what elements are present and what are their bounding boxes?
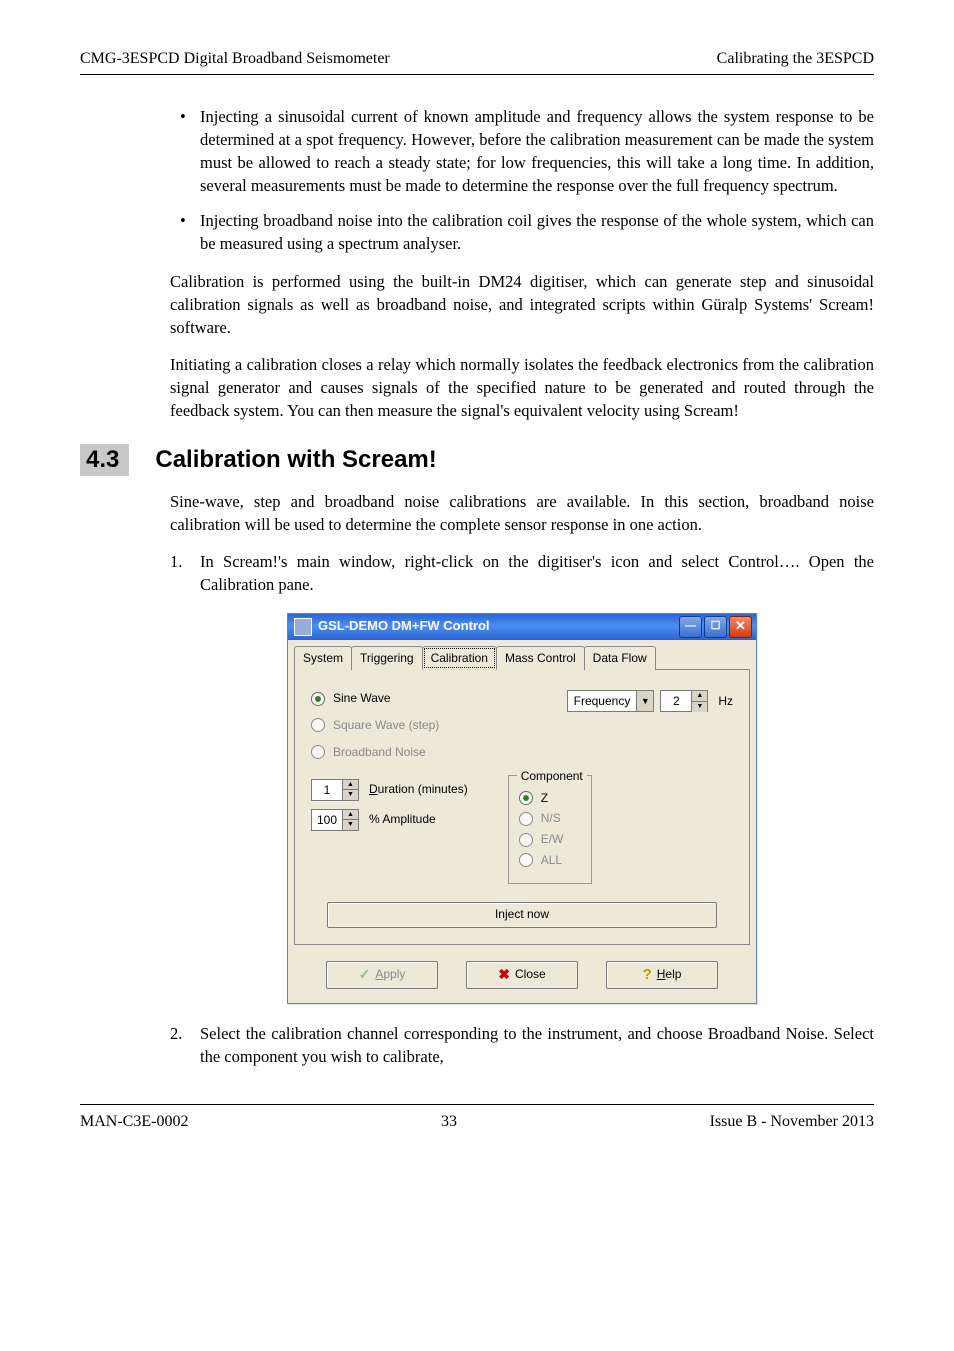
paragraph: Initiating a calibration closes a relay … bbox=[170, 353, 874, 422]
app-icon bbox=[294, 618, 312, 636]
chevron-down-icon[interactable]: ▼ bbox=[636, 691, 653, 711]
radio-component-all[interactable] bbox=[519, 853, 533, 867]
help-label: Help bbox=[657, 966, 682, 983]
section-title: Calibration with Scream! bbox=[155, 446, 436, 474]
tab-mass-control[interactable]: Mass Control bbox=[496, 646, 585, 671]
bullet-item: Injecting broadband noise into the calib… bbox=[170, 209, 874, 255]
amplitude-label: % Amplitude bbox=[369, 811, 436, 828]
step-item: 2. Select the calibration channel corres… bbox=[170, 1022, 874, 1068]
titlebar: GSL-DEMO DM+FW Control — ☐ ✕ bbox=[288, 614, 756, 640]
square-wave-label: Square Wave (step) bbox=[333, 717, 439, 734]
amplitude-input[interactable]: 100 ▲ ▼ bbox=[311, 809, 359, 831]
duration-spin-down[interactable]: ▼ bbox=[343, 790, 358, 800]
window-title: GSL-DEMO DM+FW Control bbox=[318, 617, 679, 635]
step-text: In Scream!'s main window, right-click on… bbox=[200, 552, 874, 594]
component-z-label: Z bbox=[541, 790, 548, 807]
frequency-spin-up[interactable]: ▲ bbox=[692, 691, 707, 702]
sine-wave-label: Sine Wave bbox=[333, 690, 391, 707]
duration-input[interactable]: 1 ▲ ▼ bbox=[311, 779, 359, 801]
radio-broadband-noise[interactable] bbox=[311, 745, 325, 759]
bullet-list: Injecting a sinusoidal current of known … bbox=[170, 105, 874, 256]
duration-label: Duration (minutes) bbox=[369, 781, 468, 798]
radio-component-ew[interactable] bbox=[519, 833, 533, 847]
amplitude-spin-down[interactable]: ▼ bbox=[343, 820, 358, 830]
x-icon: ✖ bbox=[498, 965, 510, 985]
close-button[interactable]: ✖ Close bbox=[466, 961, 578, 989]
paragraph: Calibration is performed using the built… bbox=[170, 270, 874, 339]
radio-component-ns[interactable] bbox=[519, 812, 533, 826]
paragraph: Sine-wave, step and broadband noise cali… bbox=[170, 490, 874, 536]
tab-triggering[interactable]: Triggering bbox=[351, 646, 423, 671]
amplitude-value: 100 bbox=[312, 810, 342, 830]
frequency-spin-down[interactable]: ▼ bbox=[692, 702, 707, 712]
apply-button[interactable]: ✓ Apply bbox=[326, 961, 438, 989]
step-number: 2. bbox=[170, 1022, 182, 1045]
bullet-item: Injecting a sinusoidal current of known … bbox=[170, 105, 874, 197]
step-number: 1. bbox=[170, 550, 182, 573]
tab-data-flow[interactable]: Data Flow bbox=[584, 646, 656, 671]
minimize-button[interactable]: — bbox=[679, 616, 702, 638]
hz-label: Hz bbox=[718, 693, 733, 710]
broadband-noise-label: Broadband Noise bbox=[333, 744, 426, 761]
duration-value: 1 bbox=[312, 780, 342, 800]
component-all-label: ALL bbox=[541, 852, 562, 869]
step-item: 1. In Scream!'s main window, right-click… bbox=[170, 550, 874, 596]
frequency-combo-label: Frequency bbox=[568, 693, 637, 710]
tab-strip: System Triggering Calibration Mass Contr… bbox=[288, 640, 756, 671]
frequency-value-input[interactable]: 2 ▲ ▼ bbox=[660, 690, 708, 712]
close-label: Close bbox=[515, 966, 546, 983]
check-icon: ✓ bbox=[359, 965, 371, 985]
frequency-combo[interactable]: Frequency ▼ bbox=[567, 690, 655, 712]
radio-square-wave[interactable] bbox=[311, 718, 325, 732]
question-icon: ? bbox=[643, 964, 652, 985]
apply-label: Apply bbox=[375, 966, 405, 983]
amplitude-spin-up[interactable]: ▲ bbox=[343, 810, 358, 821]
radio-sine-wave[interactable] bbox=[311, 692, 325, 706]
footer-right: Issue B - November 2013 bbox=[710, 1113, 874, 1131]
calibration-pane: Sine Wave Square Wave (step) Broadband N… bbox=[294, 669, 750, 945]
maximize-button[interactable]: ☐ bbox=[704, 616, 727, 638]
component-ew-label: E/W bbox=[541, 831, 564, 848]
header-left: CMG-3ESPCD Digital Broadband Seismometer bbox=[80, 50, 390, 68]
tab-calibration[interactable]: Calibration bbox=[422, 646, 497, 671]
header-right: Calibrating the 3ESPCD bbox=[717, 50, 874, 68]
tab-system[interactable]: System bbox=[294, 646, 352, 671]
close-window-button[interactable]: ✕ bbox=[729, 616, 752, 638]
frequency-value: 2 bbox=[661, 691, 691, 711]
component-group: Component Z N/S E/W ALL bbox=[508, 775, 593, 884]
component-ns-label: N/S bbox=[541, 810, 561, 827]
help-button[interactable]: ? Help bbox=[606, 961, 718, 989]
component-group-title: Component bbox=[517, 768, 587, 785]
inject-now-button[interactable]: Inject now bbox=[327, 902, 717, 928]
section-number: 4.3 bbox=[80, 444, 129, 476]
footer-page-number: 33 bbox=[441, 1113, 457, 1131]
radio-component-z[interactable] bbox=[519, 791, 533, 805]
footer-left: MAN-C3E-0002 bbox=[80, 1113, 188, 1131]
step-text: Select the calibration channel correspon… bbox=[200, 1024, 874, 1066]
control-dialog: GSL-DEMO DM+FW Control — ☐ ✕ System Trig… bbox=[287, 613, 757, 1004]
duration-spin-up[interactable]: ▲ bbox=[343, 780, 358, 791]
